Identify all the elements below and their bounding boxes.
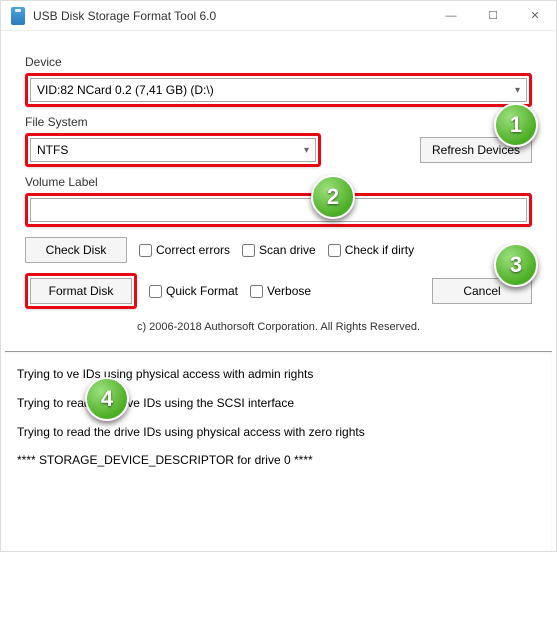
- log-output: Trying to ve IDs using physical access w…: [5, 351, 552, 551]
- quick-format-label: Quick Format: [166, 284, 238, 298]
- device-field-highlight: VID:82 NCard 0.2 (7,41 GB) (D:\) ▾: [25, 73, 532, 107]
- filesystem-field-highlight: NTFS ▾: [25, 133, 321, 167]
- log-line: Trying to read the drive IDs using physi…: [17, 418, 540, 447]
- format-disk-highlight: Format Disk: [25, 273, 137, 309]
- device-dropdown[interactable]: VID:82 NCard 0.2 (7,41 GB) (D:\) ▾: [30, 78, 527, 102]
- app-window: USB Disk Storage Format Tool 6.0 — ☐ ✕ 1…: [0, 0, 557, 552]
- filesystem-value: NTFS: [37, 143, 68, 157]
- minimize-button[interactable]: —: [430, 1, 472, 30]
- callout-3: 3: [494, 243, 538, 287]
- scan-drive-checkbox[interactable]: Scan drive: [242, 243, 316, 257]
- main-content: 1 2 3 4 Device VID:82 NCard 0.2 (7,41 GB…: [1, 31, 556, 351]
- check-dirty-checkbox[interactable]: Check if dirty: [328, 243, 414, 257]
- format-row: Format Disk Quick Format Verbose Cancel: [25, 273, 532, 309]
- callout-2: 2: [311, 175, 355, 219]
- check-row: Check Disk Correct errors Scan drive Che…: [25, 237, 532, 263]
- scan-drive-label: Scan drive: [259, 243, 316, 257]
- check-dirty-label: Check if dirty: [345, 243, 414, 257]
- volume-label: Volume Label: [25, 175, 532, 189]
- chevron-down-icon: ▾: [304, 145, 309, 156]
- maximize-button[interactable]: ☐: [472, 1, 514, 30]
- usb-icon: [11, 7, 25, 25]
- verbose-label: Verbose: [267, 284, 311, 298]
- device-value: VID:82 NCard 0.2 (7,41 GB) (D:\): [37, 83, 214, 97]
- correct-errors-label: Correct errors: [156, 243, 230, 257]
- close-button[interactable]: ✕: [514, 1, 556, 30]
- quick-format-checkbox[interactable]: Quick Format: [149, 284, 238, 298]
- volume-field-highlight: [25, 193, 532, 227]
- copyright-text: c) 2006-2018 Authorsoft Corporation. All…: [25, 321, 532, 333]
- check-disk-button[interactable]: Check Disk: [25, 237, 127, 263]
- window-controls: — ☐ ✕: [430, 1, 556, 30]
- window-title: USB Disk Storage Format Tool 6.0: [33, 9, 430, 23]
- volume-input[interactable]: [30, 198, 527, 222]
- filesystem-label: File System: [25, 115, 532, 129]
- verbose-checkbox[interactable]: Verbose: [250, 284, 311, 298]
- chevron-down-icon: ▾: [515, 85, 520, 96]
- correct-errors-checkbox[interactable]: Correct errors: [139, 243, 230, 257]
- titlebar: USB Disk Storage Format Tool 6.0 — ☐ ✕: [1, 1, 556, 31]
- callout-4: 4: [85, 377, 129, 421]
- format-disk-button[interactable]: Format Disk: [30, 278, 132, 304]
- callout-1: 1: [494, 103, 538, 147]
- filesystem-dropdown[interactable]: NTFS ▾: [30, 138, 316, 162]
- device-label: Device: [25, 55, 532, 69]
- log-line: **** STORAGE_DEVICE_DESCRIPTOR for drive…: [17, 446, 540, 475]
- filesystem-row: NTFS ▾ Refresh Devices: [25, 133, 532, 167]
